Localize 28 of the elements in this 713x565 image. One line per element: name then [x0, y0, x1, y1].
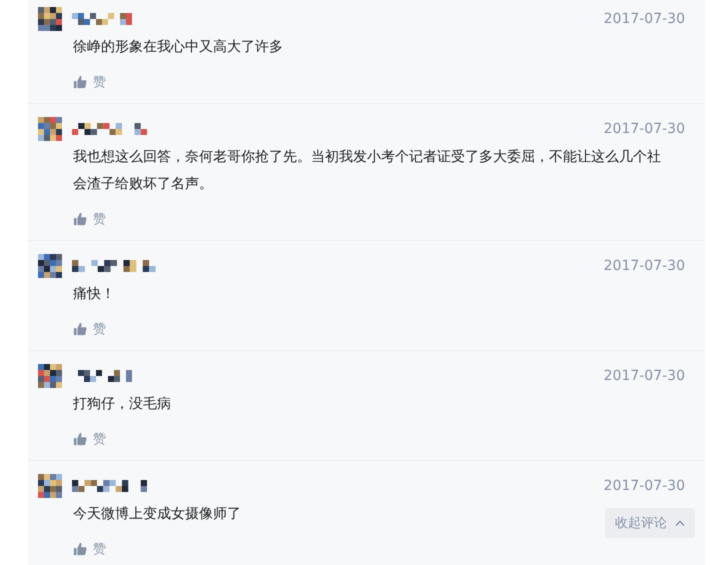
- like-button[interactable]: 赞: [73, 320, 106, 338]
- comment-text: 徐峥的形象在我心中又高大了许多: [73, 38, 284, 57]
- thumbs-up-icon: [73, 75, 87, 89]
- pixelated-avatar-drawing: [38, 474, 62, 498]
- caret-up-icon: [675, 520, 685, 526]
- comment-date: 2017-07-30: [604, 258, 685, 274]
- comment-text: 我也想这么回答，奈何老哥你抢了先。当初我发小考个记者证受了多大委屈，不能让这么几个社会渣子给败坏了名声。: [73, 148, 662, 194]
- comment-text: 今天微博上变成女摄像师了: [73, 505, 242, 524]
- comment-date: 2017-07-30: [604, 368, 685, 384]
- like-button[interactable]: 赞: [73, 73, 106, 91]
- comment-date: 2017-07-30: [604, 478, 685, 494]
- thumbs-up-icon: [73, 432, 87, 446]
- comment-text: 打狗仔，没毛病: [73, 395, 172, 414]
- like-button[interactable]: 赞: [73, 430, 106, 448]
- pixelated-avatar-drawing: [38, 364, 62, 388]
- like-button[interactable]: 赞: [73, 540, 106, 558]
- comment-text: 痛快！: [73, 285, 116, 304]
- thumbs-up-icon: [73, 542, 87, 556]
- pixelated-avatar-drawing: [38, 7, 62, 31]
- thumbs-up-icon: [73, 322, 87, 336]
- collapse-comments-button[interactable]: 收起评论: [605, 508, 695, 538]
- pixelated-name-drawing: [72, 13, 132, 25]
- thumbs-up-icon: [73, 212, 87, 226]
- like-button[interactable]: 赞: [73, 210, 106, 228]
- comment-date: 2017-07-30: [604, 121, 685, 137]
- pixelated-avatar-drawing: [38, 117, 62, 141]
- pixelated-avatar-drawing: [38, 254, 62, 278]
- comment-date: 2017-07-30: [604, 11, 685, 27]
